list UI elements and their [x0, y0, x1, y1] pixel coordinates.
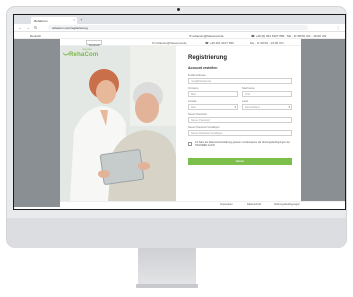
country-label: Land: [242, 100, 248, 103]
tab-title: RehaCom: [34, 19, 48, 23]
chevron-down-icon: ▾: [234, 105, 236, 109]
reload-button[interactable]: ↻: [34, 25, 37, 30]
site-footer: Impressum Datenschutz Nutzungsbedingunge…: [60, 201, 345, 207]
lastname-field[interactable]: Test: [242, 91, 292, 97]
imprint-link[interactable]: Impressum: [220, 203, 233, 206]
registration-form: Registrierung Account erstellen E-Mail-A…: [176, 46, 301, 201]
new-tab-button[interactable]: +: [80, 17, 82, 22]
country-select[interactable]: Deutschland ▾: [242, 104, 292, 110]
imac-chin: [7, 218, 346, 248]
language-switch[interactable]: Deutsch: [30, 34, 41, 38]
email-field[interactable]: max@beispiel.de: [188, 78, 292, 84]
privacy-link[interactable]: Datenschutz: [247, 203, 261, 206]
submit-button[interactable]: Weiter: [188, 158, 292, 165]
site-phone: ☎ +49 391 6107 650: [205, 41, 234, 45]
consent-text: Ich habe die Datenschutzerklärung gelese…: [195, 141, 290, 147]
salutation-select[interactable]: Herr ▾: [188, 104, 238, 110]
contact-email-link[interactable]: ✉ rehacom@hasomed.de: [189, 34, 224, 38]
language-select[interactable]: Deutsch: [86, 40, 102, 47]
forward-button[interactable]: →: [26, 25, 30, 30]
right-background: [301, 39, 345, 201]
tab-close-icon[interactable]: ×: [73, 18, 75, 22]
address-bar[interactable]: rehacom.com/registrierung: [48, 25, 308, 30]
password-repeat-label: Neues Passwort bestätigen: [188, 126, 220, 129]
left-background: [14, 39, 60, 207]
imac-stand: [138, 248, 196, 288]
password-repeat-field[interactable]: Neues Passwort bestätigen: [188, 130, 292, 136]
hero-photo: HASOMED RehaCom: [60, 46, 176, 201]
screen: RehaCom × + ← → ↻ rehacom.com/registrier…: [13, 14, 346, 210]
consent-checkbox[interactable]: [188, 142, 192, 146]
browser-toolbar: ← → ↻ rehacom.com/registrierung ⋮: [14, 24, 345, 32]
logo-company: HASOMED: [82, 49, 93, 51]
site-header: Deutsch ✉ rehacom@hasomed.de ☎ +49 391 6…: [60, 39, 301, 47]
website: Deutsch ✉ rehacom@hasomed.de ☎ +49 391 6…: [60, 39, 301, 201]
form-subtitle: Account erstellen: [188, 66, 218, 70]
browser-tabbar: RehaCom × +: [14, 15, 345, 31]
chevron-down-icon: ▾: [288, 105, 290, 109]
site-hours: Mo - Fr 08:00 - 16:00 Uhr: [250, 41, 284, 45]
site-email-link[interactable]: ✉ rehacom@hasomed.de: [152, 41, 187, 45]
lastname-label: Nachname: [242, 87, 255, 90]
page-title: Registrierung: [188, 55, 228, 61]
logo-text[interactable]: RehaCom: [69, 52, 98, 58]
hero-illustration: [60, 46, 176, 201]
firstname-field[interactable]: Max: [188, 91, 238, 97]
email-label: E-Mail-Adresse: [188, 74, 206, 77]
site-info-bar: Deutsch ✉ rehacom@hasomed.de ☎ +49 (0) 3…: [14, 32, 345, 39]
browser-menu-icon[interactable]: ⋮: [336, 25, 340, 30]
camera-icon: [177, 8, 180, 11]
firstname-label: Vorname: [188, 87, 199, 90]
password-field[interactable]: Neues Passwort: [188, 117, 292, 123]
imac-stand-foot: [136, 284, 198, 288]
password-label: Neues Passwort: [188, 113, 207, 116]
back-button[interactable]: ←: [18, 25, 22, 30]
contact-phone: ☎ +49 (0) 391 6107 650 · Mo - Fr 08:00 U…: [251, 34, 327, 38]
browser-tab[interactable]: RehaCom ×: [31, 17, 77, 24]
salutation-label: Anrede: [188, 100, 197, 103]
terms-link[interactable]: Nutzungsbedingungen: [274, 203, 300, 206]
stage: RehaCom × + ← → ↻ rehacom.com/registrier…: [0, 0, 353, 297]
